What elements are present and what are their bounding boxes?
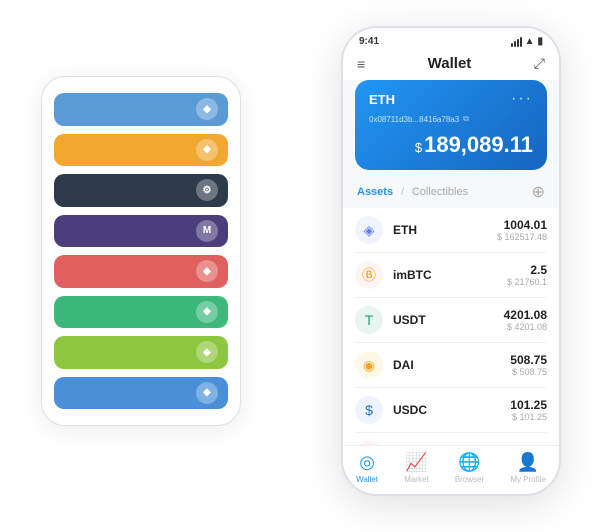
- nav-icon-my-profile: 👤: [517, 452, 539, 473]
- back-panel: ◆ ◆ ⚙ M ◆ ◆ ◆ ◆: [41, 76, 241, 426]
- card-row-2[interactable]: ⚙: [54, 174, 228, 207]
- asset-usd-dai: $ 508.75: [510, 367, 547, 377]
- asset-icon-imbtc: Ⓑ: [355, 261, 383, 289]
- wifi-icon: ▲: [525, 36, 535, 47]
- asset-name-usdt: USDT: [393, 313, 494, 327]
- eth-card-menu[interactable]: ···: [511, 90, 533, 108]
- list-item[interactable]: T USDT 4201.08$ 4201.08: [355, 298, 547, 343]
- asset-name-dai: DAI: [393, 358, 500, 372]
- card-row-icon-2: ⚙: [196, 179, 218, 201]
- scan-icon[interactable]: ⤢: [534, 55, 545, 72]
- nav-item-market[interactable]: 📈 Market: [404, 452, 428, 484]
- card-row-icon-0: ◆: [196, 98, 218, 120]
- phone-content: ETH ··· 0x08711d3b...8416a78a3 ⧉ $189,08…: [343, 80, 559, 494]
- list-item[interactable]: 🌱TFT130: [355, 433, 547, 445]
- signal-icon: [511, 37, 522, 47]
- status-icons: ▲ ▮: [511, 36, 543, 47]
- nav-label-browser: Browser: [455, 475, 484, 484]
- asset-icon-usdt: T: [355, 306, 383, 334]
- asset-icon-usdc: $: [355, 396, 383, 424]
- nav-item-browser[interactable]: 🌐 Browser: [455, 452, 484, 484]
- asset-values-usdc: 101.25$ 101.25: [510, 398, 547, 422]
- asset-list: ◈ ETH 1004.01$ 162517.48 ⒷimBTC 2.5$ 21760.1…: [343, 208, 559, 445]
- list-item[interactable]: $ USDC 101.25$ 101.25: [355, 388, 547, 433]
- eth-balance: $189,089.11: [369, 132, 533, 158]
- asset-amount-eth: 1004.01: [497, 218, 547, 232]
- asset-name-usdc: USDC: [393, 403, 500, 417]
- list-item[interactable]: ◈ ETH 1004.01$ 162517.48: [355, 208, 547, 253]
- card-row-icon-1: ◆: [196, 139, 218, 161]
- list-item[interactable]: ◉ DAI 508.75$ 508.75: [355, 343, 547, 388]
- phone: 9:41 ▲ ▮ ≡ Wallet ⤢ ETH: [341, 26, 561, 496]
- nav-icon-market: 📈: [405, 452, 427, 473]
- card-row-3[interactable]: M: [54, 215, 228, 248]
- card-row-7[interactable]: ◆: [54, 377, 228, 410]
- asset-values-usdt: 4201.08$ 4201.08: [504, 308, 547, 332]
- asset-usd-eth: $ 162517.48: [497, 232, 547, 242]
- assets-tabs: Assets / Collectibles ⊕: [343, 178, 559, 208]
- nav-icon-wallet: ◎: [359, 452, 375, 473]
- copy-icon[interactable]: ⧉: [463, 114, 469, 124]
- tab-assets[interactable]: Assets: [357, 186, 393, 198]
- status-time: 9:41: [359, 36, 379, 47]
- card-row-icon-7: ◆: [196, 382, 218, 404]
- nav-item-wallet[interactable]: ◎ Wallet: [356, 452, 378, 484]
- nav-label-my-profile: My Profile: [510, 475, 546, 484]
- nav-item-my-profile[interactable]: 👤 My Profile: [510, 452, 546, 484]
- card-row-0[interactable]: ◆: [54, 93, 228, 126]
- card-row-icon-5: ◆: [196, 301, 218, 323]
- status-bar: 9:41 ▲ ▮: [343, 28, 559, 51]
- card-row-6[interactable]: ◆: [54, 336, 228, 369]
- asset-usd-usdc: $ 101.25: [510, 412, 547, 422]
- eth-address: 0x08711d3b...8416a78a3 ⧉: [369, 114, 533, 124]
- eth-card-label: ETH: [369, 92, 395, 107]
- asset-amount-dai: 508.75: [510, 353, 547, 367]
- asset-values-dai: 508.75$ 508.75: [510, 353, 547, 377]
- asset-values-imbtc: 2.5$ 21760.1: [507, 263, 547, 287]
- battery-icon: ▮: [537, 36, 543, 47]
- asset-usd-usdt: $ 4201.08: [504, 322, 547, 332]
- nav-label-market: Market: [404, 475, 428, 484]
- asset-amount-usdt: 4201.08: [504, 308, 547, 322]
- card-row-5[interactable]: ◆: [54, 296, 228, 329]
- eth-card[interactable]: ETH ··· 0x08711d3b...8416a78a3 ⧉ $189,08…: [355, 80, 547, 170]
- asset-icon-dai: ◉: [355, 351, 383, 379]
- card-row-icon-3: M: [196, 220, 218, 242]
- nav-icon-browser: 🌐: [458, 452, 480, 473]
- card-row-icon-4: ◆: [196, 260, 218, 282]
- phone-header: ≡ Wallet ⤢: [343, 51, 559, 80]
- header-title: Wallet: [428, 55, 472, 72]
- tab-collectibles[interactable]: Collectibles: [412, 186, 468, 198]
- menu-icon[interactable]: ≡: [357, 56, 365, 72]
- asset-amount-imbtc: 2.5: [507, 263, 547, 277]
- asset-usd-imbtc: $ 21760.1: [507, 277, 547, 287]
- asset-values-eth: 1004.01$ 162517.48: [497, 218, 547, 242]
- card-row-1[interactable]: ◆: [54, 134, 228, 167]
- bottom-nav: ◎ Wallet 📈 Market 🌐 Browser 👤 My Profile: [343, 445, 559, 494]
- list-item[interactable]: ⒷimBTC 2.5$ 21760.1: [355, 253, 547, 298]
- scene: ◆ ◆ ⚙ M ◆ ◆ ◆ ◆ 9:41 ▲ ▮ ≡ Wallet ⤢: [21, 16, 581, 516]
- asset-name-imbtc: imBTC: [393, 268, 497, 282]
- card-row-4[interactable]: ◆: [54, 255, 228, 288]
- asset-name-eth: ETH: [393, 223, 487, 237]
- card-row-icon-6: ◆: [196, 341, 218, 363]
- add-asset-icon[interactable]: ⊕: [532, 182, 545, 202]
- asset-icon-eth: ◈: [355, 216, 383, 244]
- nav-label-wallet: Wallet: [356, 475, 378, 484]
- asset-amount-usdc: 101.25: [510, 398, 547, 412]
